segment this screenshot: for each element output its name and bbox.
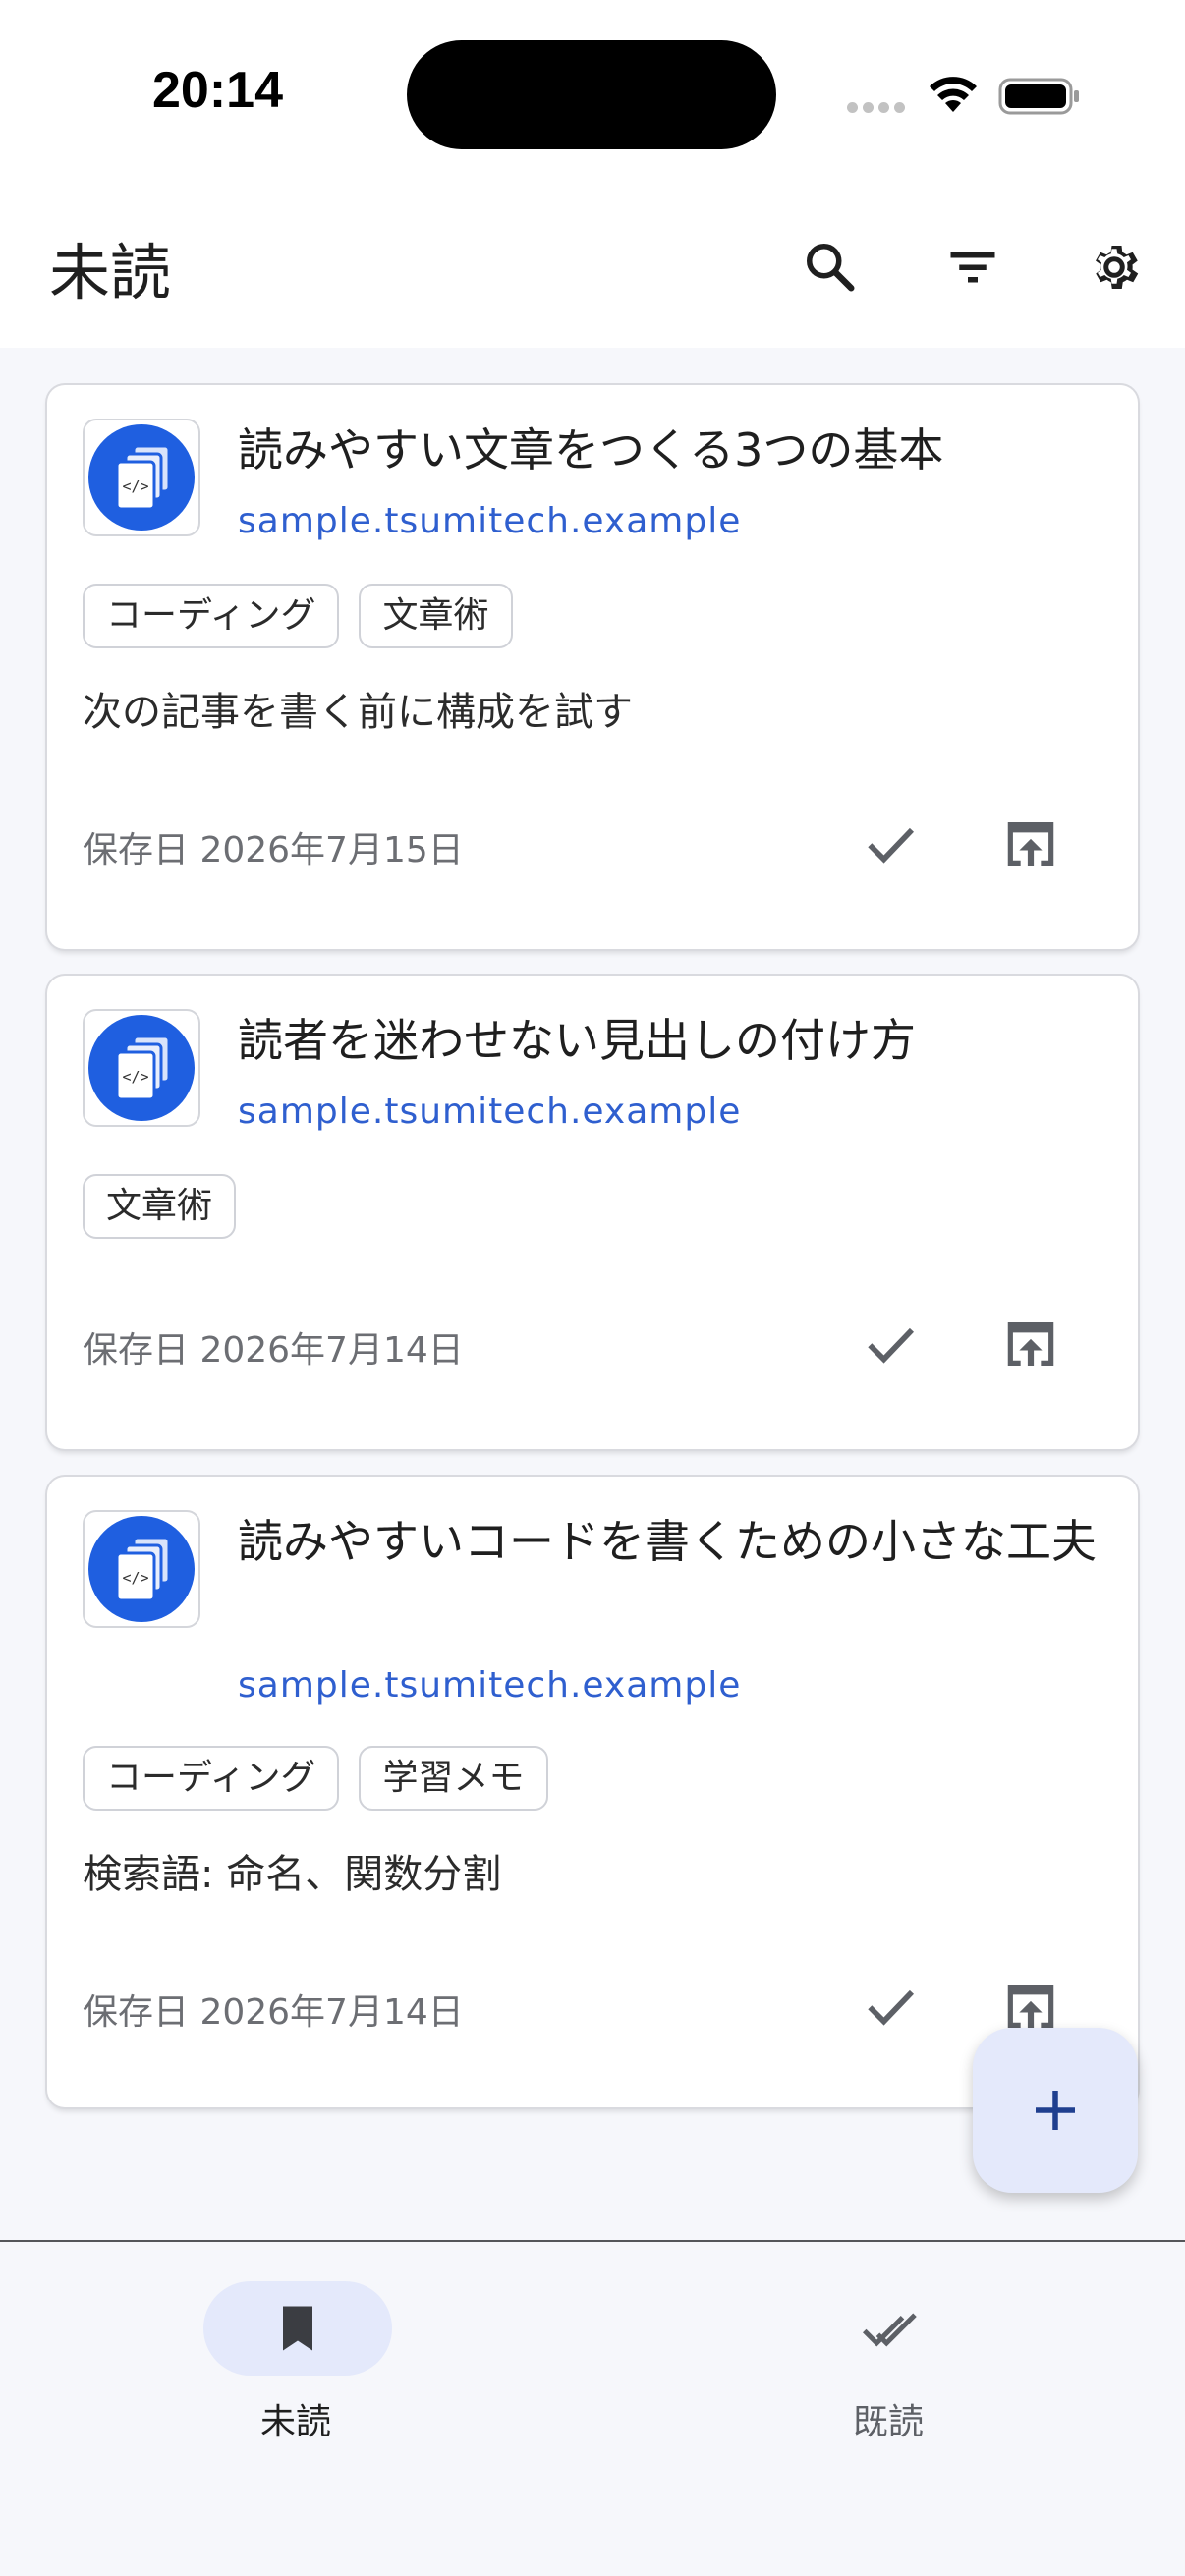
code-pages-icon: </> [88,1015,195,1121]
dynamic-island [407,40,776,149]
page-title: 未読 [49,237,172,308]
article-card[interactable]: </> 読みやすい文章をつくる3つの基本 sample.tsumitech.ex… [47,385,1138,949]
article-domain[interactable]: sample.tsumitech.example [238,1092,741,1132]
saved-date: 保存日 2026年7月14日 [83,1330,464,1371]
svg-text:</>: </> [122,477,148,495]
tag-chip[interactable]: 文章術 [359,584,513,648]
tag-chip[interactable]: コーディング [83,1746,340,1811]
tag-list: コーディング 文章術 [83,584,513,648]
open-in-browser-button[interactable] [987,800,1075,888]
status-bar: 20:14 [0,0,1185,196]
article-card[interactable]: </> 読みやすいコードを書くための小さな工夫 sample.tsumitech… [47,1477,1138,2107]
nav-item-label: 既読 [852,2402,924,2442]
mark-read-button[interactable] [846,1300,934,1388]
plus-icon [1036,2091,1075,2130]
article-note: 検索語: 命名、関数分割 [83,1852,502,1897]
search-icon [807,244,855,292]
double-check-icon [862,2313,917,2347]
tag-chip[interactable]: 学習メモ [359,1746,548,1811]
filter-icon [950,252,995,283]
site-favicon: </> [83,1009,200,1127]
nav-active-indicator [203,2281,392,2376]
article-note: 次の記事を書く前に構成を試す [83,690,633,735]
code-pages-icon: </> [88,1516,195,1622]
nav-item-read[interactable]: 既読 [741,2281,1036,2478]
mark-read-button[interactable] [846,1962,934,2050]
open-in-browser-icon [1007,1322,1054,1366]
saved-date: 保存日 2026年7月15日 [83,830,464,870]
gear-icon [1096,246,1139,289]
code-pages-icon: </> [88,424,195,531]
site-favicon: </> [83,419,200,536]
bottom-navigation: 未読 既読 [0,2240,1185,2576]
article-title[interactable]: 読みやすいコードを書くための小さな工夫 [238,1506,1112,1577]
filter-button[interactable] [931,226,1014,308]
app-bar: 未読 [0,196,1185,348]
nav-item-label: 未読 [259,2402,331,2442]
wifi-icon [930,77,977,112]
svg-text:</>: </> [122,1569,148,1587]
status-time: 20:14 [152,62,283,119]
check-icon [868,1327,915,1364]
check-icon [868,827,915,864]
search-button[interactable] [789,226,872,308]
nav-pill [796,2281,985,2376]
bookmark-icon [283,2306,312,2351]
open-in-browser-icon [1007,822,1054,866]
tag-chip[interactable]: 文章術 [83,1174,237,1239]
add-article-button[interactable] [973,2028,1138,2193]
article-domain[interactable]: sample.tsumitech.example [238,1665,741,1706]
tag-list: コーディング 学習メモ [83,1746,548,1811]
saved-date: 保存日 2026年7月14日 [83,1992,464,2033]
nav-item-unread[interactable]: 未読 [148,2281,443,2478]
svg-text:</>: </> [122,1068,148,1086]
tag-list: 文章術 [83,1174,237,1239]
article-card[interactable]: </> 読者を迷わせない見出しの付け方 sample.tsumitech.exa… [47,976,1138,1449]
open-in-browser-button[interactable] [987,1300,1075,1388]
article-domain[interactable]: sample.tsumitech.example [238,501,741,541]
mark-read-button[interactable] [846,800,934,888]
battery-icon [998,78,1079,115]
article-title[interactable]: 読みやすい文章をつくる3つの基本 [238,415,1112,485]
settings-button[interactable] [1073,226,1156,308]
article-title[interactable]: 読者を迷わせない見出しの付け方 [238,1005,1112,1076]
check-icon [868,1989,915,2026]
site-favicon: </> [83,1510,200,1628]
tag-chip[interactable]: コーディング [83,584,340,648]
